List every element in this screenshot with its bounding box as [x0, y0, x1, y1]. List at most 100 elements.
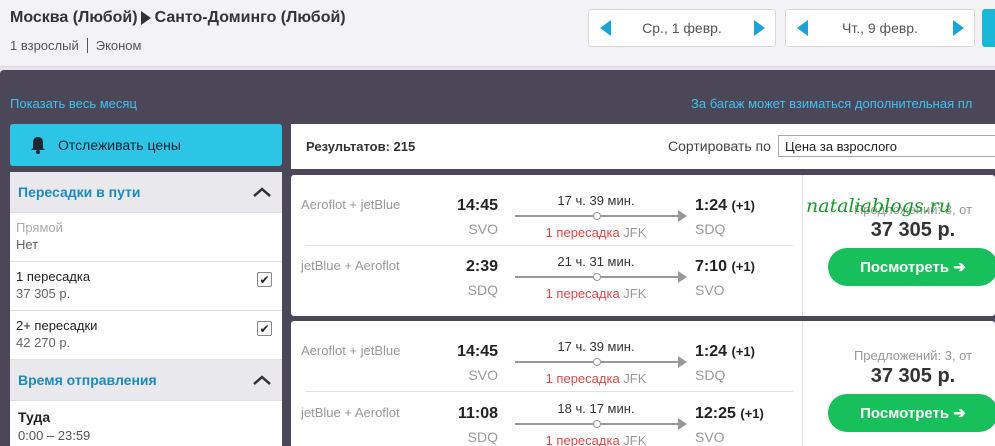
return-next-button[interactable]	[942, 10, 974, 46]
layover-dot	[593, 273, 601, 281]
arrival-time-value: 7:10	[695, 258, 728, 275]
page: Москва (Любой) Санто-Доминго (Любой) 1 в…	[0, 0, 995, 446]
return-date-value[interactable]: Чт., 9 февр.	[818, 20, 942, 36]
stops-count: 1 пересадка	[545, 286, 620, 301]
route-line	[515, 418, 687, 430]
arrow-head-icon	[678, 210, 687, 222]
arrival-time: 7:10 (+1)	[695, 258, 755, 276]
flight-leg-return: jetBlue + Aeroflot 11:08 SDQ 18 ч. 17 ми…	[291, 383, 801, 446]
search-button[interactable]	[982, 9, 995, 47]
show-month-link[interactable]: Показать весь месяц	[10, 96, 137, 111]
route-line	[515, 356, 687, 368]
departure-time-title: Время отправления	[18, 372, 157, 388]
day-offset: (+1)	[731, 259, 755, 274]
price-box: Предложений: 3, от 37 305 р. Посмотреть …	[803, 321, 995, 446]
bell-icon	[31, 137, 45, 154]
layover-airport: JFK	[623, 433, 647, 446]
flight-leg-return: jetBlue + Aeroflot 2:39 SDQ 21 ч. 31 мин…	[291, 236, 801, 306]
stops-filter-header[interactable]: Пересадки в пути	[10, 172, 282, 213]
depart-date-picker: Ср., 1 февр.	[588, 9, 776, 47]
sort-label: Сортировать по	[668, 138, 771, 154]
divider	[86, 38, 88, 53]
route-arrow-icon	[140, 11, 151, 25]
departure-airport: SDQ	[467, 282, 498, 298]
stops-info: 1 пересадка JFK	[516, 433, 676, 446]
passengers-label: 1 взрослый	[10, 38, 79, 53]
airline-name: Aeroflot + jetBlue	[301, 197, 401, 212]
flight-duration: 21 ч. 31 мин.	[557, 254, 635, 269]
layover-dot	[593, 358, 601, 366]
return-prev-button[interactable]	[786, 10, 818, 46]
departure-time: 14:45	[457, 343, 498, 360]
day-offset: (+1)	[731, 344, 755, 359]
view-deal-button[interactable]: Посмотреть ➔	[828, 248, 995, 286]
arrow-left-icon	[599, 20, 611, 36]
stops-count: 1 пересадка	[545, 433, 620, 446]
day-offset: (+1)	[731, 198, 755, 213]
airline-name: jetBlue + Aeroflot	[301, 405, 400, 420]
arrival-airport: SDQ	[695, 367, 726, 383]
results-count: Результатов: 215	[306, 139, 416, 154]
arrival-airport: SVO	[695, 429, 725, 445]
arrival-time: 1:24 (+1)	[695, 197, 755, 215]
price: 37 305 р.	[870, 219, 956, 241]
depart-next-button[interactable]	[743, 10, 775, 46]
departure-airport: SVO	[468, 221, 498, 237]
depart-date-value[interactable]: Ср., 1 февр.	[621, 20, 743, 36]
layover-airport: JFK	[623, 286, 647, 301]
flight-duration: 18 ч. 17 мин.	[557, 401, 635, 416]
arrival-time-value: 1:24	[695, 343, 728, 360]
arrow-head-icon	[678, 418, 687, 430]
airline-name: Aeroflot + jetBlue	[301, 343, 401, 358]
departure-time-header[interactable]: Время отправления	[10, 360, 282, 401]
arrow-right-icon	[952, 20, 964, 36]
arrow-left-icon	[796, 20, 808, 36]
arrival-time-value: 12:25	[695, 405, 736, 422]
flight-legs: Aeroflot + jetBlue 14:45 SVO 17 ч. 39 ми…	[291, 175, 801, 316]
flight-leg-outbound: Aeroflot + jetBlue 14:45 SVO 17 ч. 39 ми…	[291, 175, 801, 245]
departure-leg-label: Туда	[18, 409, 51, 425]
stops-info: 1 пересадка JFK	[516, 286, 676, 301]
baggage-fee-link[interactable]: За багаж может взиматься дополнительная …	[691, 96, 995, 111]
stops-option-label: Прямой	[16, 220, 63, 235]
stops-two-plus-checkbox[interactable]: ✔	[257, 321, 272, 336]
departure-time-range: 0:00 – 23:59	[18, 428, 91, 443]
sort-select[interactable]: Цена за взрослого	[778, 135, 995, 157]
route-title[interactable]: Москва (Любой) Санто-Доминго (Любой)	[10, 9, 346, 27]
arrow-head-icon	[678, 271, 687, 283]
search-header: Москва (Любой) Санто-Доминго (Любой) 1 в…	[0, 0, 995, 67]
layover-dot	[593, 212, 601, 220]
destination-label: Санто-Доминго (Любой)	[154, 9, 346, 26]
arrival-time-value: 1:24	[695, 197, 728, 214]
arrow-right-icon	[753, 20, 765, 36]
track-prices-button[interactable]: Отслеживать цены	[10, 124, 282, 166]
flight-duration: 17 ч. 39 мин.	[557, 339, 635, 354]
departure-time: 2:39	[465, 258, 498, 275]
flight-leg-outbound: Aeroflot + jetBlue 14:45 SVO 17 ч. 39 ми…	[291, 321, 801, 391]
origin-label: Москва (Любой)	[10, 9, 138, 26]
day-offset: (+1)	[740, 406, 764, 421]
stops-one-checkbox[interactable]: ✔	[257, 272, 272, 287]
departure-time: 14:45	[457, 197, 498, 214]
view-deal-button[interactable]: Посмотреть ➔	[828, 394, 995, 432]
arrow-head-icon	[678, 356, 687, 368]
result-card[interactable]: Aeroflot + jetBlue 14:45 SVO 17 ч. 39 ми…	[291, 321, 995, 446]
stops-option-one[interactable]: 1 пересадка 37 305 р. ✔	[10, 262, 282, 311]
stops-option-price: Нет	[16, 237, 39, 252]
passengers-cabin[interactable]: 1 взрослый Эконом	[10, 38, 141, 53]
price: 37 305 р.	[870, 365, 956, 387]
offers-count: Предложений: 3, от	[853, 348, 973, 363]
stops-option-two-plus[interactable]: 2+ пересадки 42 270 р. ✔	[10, 311, 282, 360]
arrival-time: 12:25 (+1)	[695, 405, 764, 423]
route-line	[515, 271, 687, 283]
depart-prev-button[interactable]	[589, 10, 621, 46]
cabin-label: Эконом	[95, 38, 142, 53]
arrival-time: 1:24 (+1)	[695, 343, 755, 361]
stops-option-label: 1 пересадка	[16, 269, 91, 284]
stops-option-price: 42 270 р.	[16, 335, 71, 350]
stops-filter-title: Пересадки в пути	[18, 184, 141, 200]
chevron-up-icon	[253, 375, 271, 385]
flight-legs: Aeroflot + jetBlue 14:45 SVO 17 ч. 39 ми…	[291, 321, 801, 446]
stops-option-price: 37 305 р.	[16, 286, 71, 301]
watermark: nataliablogs.ru	[806, 195, 951, 217]
